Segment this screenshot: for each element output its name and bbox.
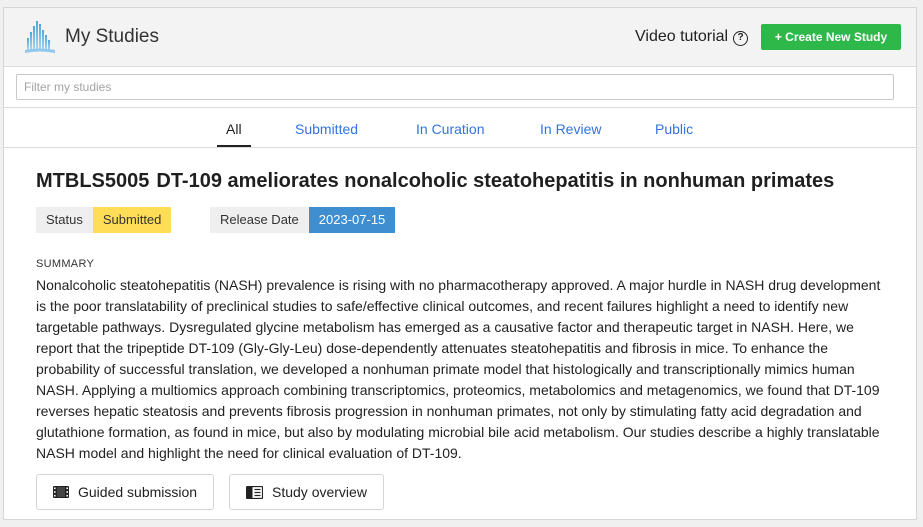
tab-all[interactable]: All <box>217 121 250 147</box>
study-title-text: DT-109 ameliorates nonalcoholic steatohe… <box>156 170 835 192</box>
study-overview-label: Study overview <box>272 484 367 500</box>
summary-text: Nonalcoholic steatohepatitis (NASH) prev… <box>36 277 881 461</box>
page-header: My Studies Video tutorial ? + Create New… <box>4 8 916 67</box>
status-tag-label: Status <box>36 207 93 233</box>
study-title[interactable]: MTBLS5005 DT-109 ameliorates nonalcoholic… <box>36 170 834 193</box>
status-tag: Status Submitted <box>36 207 172 233</box>
release-date-tag: Release Date 2023-07-15 <box>210 207 396 233</box>
help-circle-icon: ? <box>733 30 749 46</box>
tab-public[interactable]: Public <box>655 121 693 137</box>
tab-in-curation[interactable]: In Curation <box>416 121 484 137</box>
study-overview-button[interactable]: Study overview <box>229 474 384 510</box>
create-new-study-button[interactable]: + Create New Study <box>761 24 901 50</box>
metabolights-logo-icon <box>25 21 55 53</box>
film-icon <box>53 486 69 498</box>
release-date-label: Release Date <box>210 207 309 233</box>
book-icon <box>246 485 263 499</box>
tab-in-review[interactable]: In Review <box>540 121 601 137</box>
guided-submission-button[interactable]: Guided submission <box>36 474 215 510</box>
status-tag-value: Submitted <box>92 207 172 233</box>
video-tutorial-label: Video tutorial <box>635 28 729 45</box>
filter-studies-input[interactable] <box>16 74 894 100</box>
status-tabs: All Submitted In Curation In Review Publ… <box>4 109 916 148</box>
video-tutorial-link[interactable]: Video tutorial ? <box>635 28 749 46</box>
filter-bar <box>4 68 916 108</box>
app-title: My Studies <box>65 26 159 47</box>
study-card: MTBLS5005 DT-109 ameliorates nonalcoholic… <box>4 148 916 519</box>
release-date-value: 2023-07-15 <box>308 207 396 233</box>
tab-submitted[interactable]: Submitted <box>295 121 358 137</box>
guided-submission-label: Guided submission <box>78 484 198 500</box>
my-studies-panel: My Studies Video tutorial ? + Create New… <box>3 7 917 520</box>
summary-heading: SUMMARY <box>36 258 95 270</box>
study-accession: MTBLS5005 <box>36 170 150 192</box>
